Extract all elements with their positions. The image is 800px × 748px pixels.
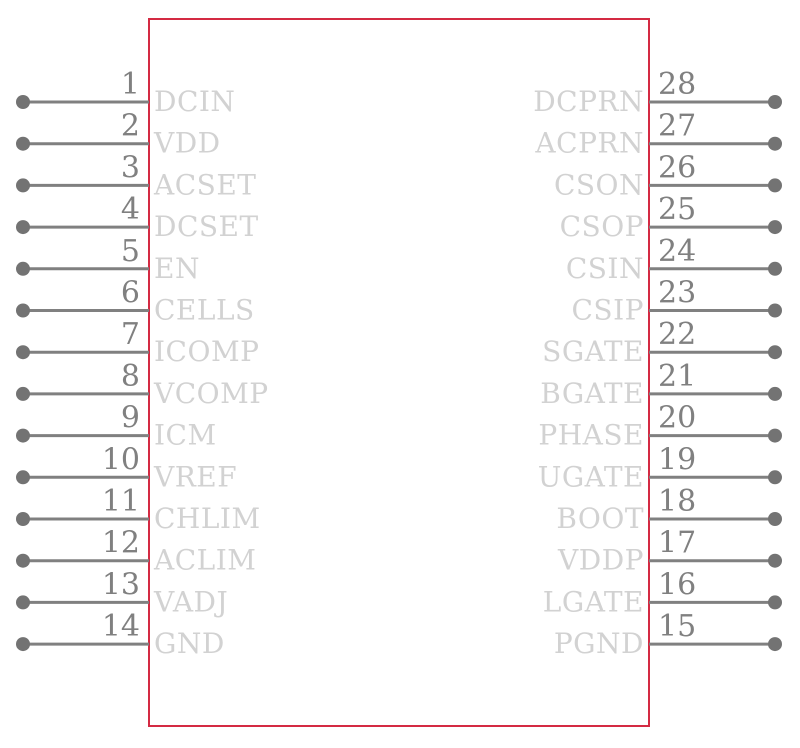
pin-label: DCIN: [154, 85, 235, 118]
schematic-symbol-canvas: 1 DCIN 2 VDD 3 ACSET 4 DCSET 5 EN 6 CELLS 7 ICOMP 8 VCO…: [0, 0, 800, 748]
pin-label: SGATE: [542, 335, 644, 368]
pin-label: ACLIM: [153, 544, 256, 577]
pin-number: 1: [121, 67, 140, 102]
pin-label: ICM: [154, 419, 217, 452]
pin-label: CSOP: [560, 210, 644, 243]
pin-terminal-dot[interactable]: [16, 512, 30, 526]
pin-number: 18: [658, 484, 696, 519]
pin-label: PHASE: [538, 419, 644, 452]
right-pin-group: 28 DCPRN 27 ACPRN 26 CSON 25 CSOP 24 CSIN 23 CSIP 22…: [533, 67, 782, 660]
pin-number: 9: [121, 401, 140, 436]
pin-number: 11: [102, 484, 140, 519]
pin-label: VDD: [153, 127, 221, 160]
pin-label: CHLIM: [154, 502, 261, 535]
pin-label: PGND: [554, 627, 644, 660]
pin-terminal-dot[interactable]: [16, 136, 30, 151]
pin-terminal-dot[interactable]: [768, 136, 782, 151]
pin-label: DCSET: [154, 210, 259, 243]
pin-label: CELLS: [154, 294, 255, 327]
pin-label: CSON: [554, 168, 644, 201]
pin-terminal-dot[interactable]: [768, 345, 782, 360]
pin-number: 19: [658, 442, 696, 477]
pin-terminal-dot[interactable]: [768, 428, 782, 443]
pin-number: 26: [658, 150, 696, 185]
pin-number: 13: [102, 567, 140, 602]
pin-terminal-dot[interactable]: [768, 220, 782, 235]
pin-terminal-dot[interactable]: [768, 261, 782, 276]
pin-terminal-dot[interactable]: [16, 178, 30, 193]
pin-number: 5: [121, 234, 140, 269]
pin-number: 22: [658, 317, 696, 352]
component-body-outline: [148, 18, 650, 727]
pin-label: UGATE: [538, 460, 644, 493]
pin-label: VREF: [153, 460, 237, 493]
pin-number: 27: [658, 109, 696, 144]
pin-number: 20: [658, 401, 696, 436]
pin-number: 24: [658, 234, 696, 269]
pin-label: BGATE: [540, 377, 644, 410]
pin-number: 12: [102, 526, 140, 561]
pin-terminal-dot[interactable]: [16, 428, 30, 443]
pin-number: 28: [658, 67, 696, 102]
pin-number: 7: [121, 317, 140, 352]
pin-label: DCPRN: [533, 85, 644, 118]
pin-terminal-dot[interactable]: [768, 386, 782, 401]
pin-terminal-dot[interactable]: [16, 595, 30, 610]
pin-label: VADJ: [153, 585, 228, 618]
pin-label: CSIP: [571, 294, 644, 327]
pin-number: 16: [658, 567, 696, 602]
pin-terminal-dot[interactable]: [16, 553, 30, 568]
pin-label: ICOMP: [154, 335, 259, 368]
pin-label: CSIN: [566, 252, 644, 285]
pin-terminal-dot[interactable]: [16, 261, 30, 276]
pin-terminal-dot[interactable]: [768, 595, 782, 610]
pin-terminal-dot[interactable]: [16, 220, 30, 235]
pin-terminal-dot[interactable]: [16, 637, 30, 652]
pin-terminal-dot[interactable]: [768, 637, 782, 652]
pin-label: VDDP: [557, 544, 644, 577]
pin-number: 8: [121, 359, 140, 394]
pin-number: 4: [121, 192, 140, 227]
pin-terminal-dot[interactable]: [768, 303, 782, 318]
pin-terminal-dot[interactable]: [768, 178, 782, 193]
pin-number: 23: [658, 276, 696, 311]
pin-terminal-dot[interactable]: [768, 512, 782, 526]
pin-number: 3: [121, 150, 140, 185]
pin-label: GND: [154, 627, 225, 660]
pin-number: 6: [121, 276, 140, 311]
pin-label: BOOT: [556, 502, 644, 535]
pin-number: 10: [102, 442, 140, 477]
pin-label: ACSET: [153, 168, 256, 201]
pin-terminal-dot[interactable]: [768, 553, 782, 568]
pin-terminal-dot[interactable]: [768, 95, 782, 109]
pin-number: 25: [658, 192, 696, 227]
pin-number: 17: [658, 526, 696, 561]
schematic-symbol-svg: 1 DCIN 2 VDD 3 ACSET 4 DCSET 5 EN 6 CELLS 7 ICOMP 8 VCO…: [16, 18, 782, 727]
pin-number: 2: [121, 109, 140, 144]
pin-label: EN: [154, 252, 200, 285]
pin-label: ACPRN: [534, 127, 644, 160]
pin-label: LGATE: [543, 585, 644, 618]
pin-terminal-dot[interactable]: [768, 470, 782, 485]
pin-terminal-dot[interactable]: [16, 95, 30, 109]
pin-terminal-dot[interactable]: [16, 386, 30, 401]
pin-terminal-dot[interactable]: [16, 345, 30, 360]
pin-number: 21: [658, 359, 696, 394]
pin-terminal-dot[interactable]: [16, 303, 30, 318]
pin-label: VCOMP: [153, 377, 269, 410]
pin-number: 14: [102, 609, 140, 644]
pin-terminal-dot[interactable]: [16, 470, 30, 485]
pin-number: 15: [658, 609, 696, 644]
